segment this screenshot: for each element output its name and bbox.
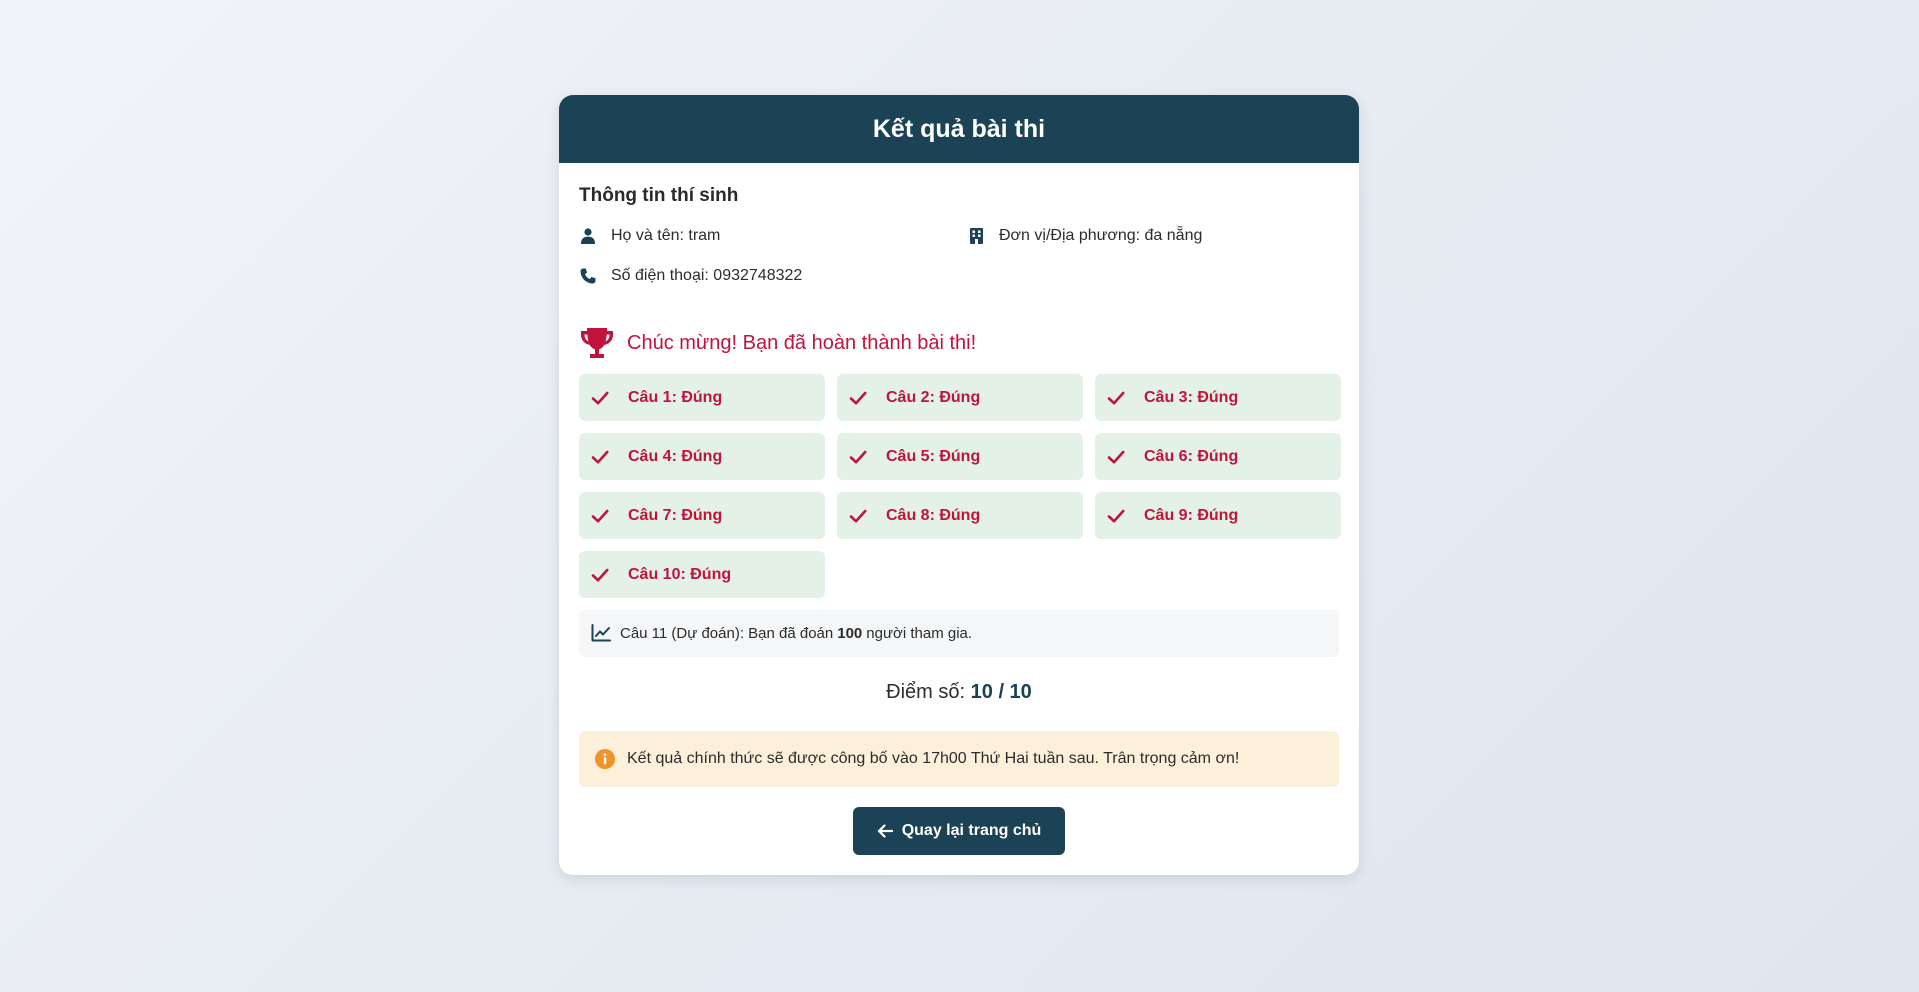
result-card: Kết quả bài thi Thông tin thí sinh Họ và…	[559, 95, 1359, 875]
answer-item: Câu 7: Đúng	[579, 492, 825, 539]
answer-label: Câu 10: Đúng	[628, 565, 732, 583]
answer-item: Câu 2: Đúng	[837, 374, 1083, 421]
check-icon	[1107, 389, 1125, 407]
prediction-row: Câu 11 (Dự đoán): Bạn đã đoán 100 người …	[579, 610, 1339, 657]
check-icon	[591, 507, 609, 525]
back-home-button[interactable]: Quay lại trang chủ	[852, 807, 1066, 855]
page-title: Kết quả bài thi	[872, 114, 1046, 143]
answer-label: Câu 4: Đúng	[628, 447, 723, 465]
check-icon	[1107, 448, 1125, 466]
prediction-value: 100	[837, 625, 863, 642]
back-home-label: Quay lại trang chủ	[901, 822, 1042, 839]
check-icon	[591, 389, 609, 407]
candidate-unit: Đơn vị/Địa phương: đa nẵng	[967, 225, 1355, 247]
answer-label: Câu 5: Đúng	[886, 447, 981, 465]
answer-item: Câu 10: Đúng	[579, 551, 825, 598]
check-icon	[849, 389, 867, 407]
answer-label: Câu 8: Đúng	[886, 506, 981, 524]
check-icon	[1107, 507, 1125, 525]
answer-item: Câu 6: Đúng	[1095, 433, 1341, 480]
check-icon	[849, 448, 867, 466]
answer-item: Câu 1: Đúng	[579, 374, 825, 421]
info-icon	[595, 749, 615, 769]
candidate-phone: Số điện thoại: 0932748322	[579, 265, 967, 287]
answer-item: Câu 9: Đúng	[1095, 492, 1341, 539]
candidate-name: Họ và tên: tram	[579, 225, 967, 247]
candidate-name-text: Họ và tên: tram	[611, 227, 721, 244]
notice-text: Kết quả chính thức sẽ được công bố vào 1…	[627, 750, 1240, 767]
answer-item: Câu 8: Đúng	[837, 492, 1083, 539]
check-icon	[591, 448, 609, 466]
notice-box: Kết quả chính thức sẽ được công bố vào 1…	[579, 731, 1339, 787]
answer-label: Câu 7: Đúng	[628, 506, 723, 524]
candidate-info: Họ và tên: tram Đơn vị/Địa phương: đa nẵ…	[579, 225, 1339, 287]
answer-item: Câu 3: Đúng	[1095, 374, 1341, 421]
score-label: Điểm số:	[886, 681, 966, 703]
answer-label: Câu 9: Đúng	[1144, 506, 1239, 524]
candidate-section-title: Thông tin thí sinh	[579, 185, 739, 206]
building-icon	[967, 227, 985, 245]
check-icon	[849, 507, 867, 525]
score: Điểm số: 10 / 10	[579, 680, 1339, 704]
check-icon	[591, 566, 609, 584]
prediction-suffix: người tham gia.	[866, 625, 973, 642]
answer-list: Câu 1: Đúng Câu 2: Đúng Câu 3: Đúng Câu …	[579, 374, 1341, 598]
answer-label: Câu 2: Đúng	[886, 388, 981, 406]
phone-icon	[579, 267, 597, 285]
answer-item: Câu 4: Đúng	[579, 433, 825, 480]
answer-item: Câu 5: Đúng	[837, 433, 1083, 480]
candidate-phone-text: Số điện thoại: 0932748322	[611, 267, 803, 284]
answer-label: Câu 1: Đúng	[628, 388, 723, 406]
answer-label: Câu 6: Đúng	[1144, 447, 1239, 465]
card-header: Kết quả bài thi	[559, 95, 1359, 163]
trophy-icon	[579, 325, 615, 361]
answer-label: Câu 3: Đúng	[1144, 388, 1239, 406]
user-icon	[579, 227, 597, 245]
congrats-text: Chúc mừng! Bạn đã hoàn thành bài thi!	[627, 331, 977, 354]
button-row: Quay lại trang chủ	[579, 807, 1339, 855]
card-body: Thông tin thí sinh Họ và tên: tram Đơn v…	[559, 185, 1359, 875]
arrow-left-icon	[877, 823, 893, 839]
congrats-message: Chúc mừng! Bạn đã hoàn thành bài thi!	[579, 325, 1339, 361]
chart-line-icon	[591, 623, 611, 644]
prediction-prefix: Câu 11 (Dự đoán): Bạn đã đoán	[620, 625, 834, 642]
candidate-unit-text: Đơn vị/Địa phương: đa nẵng	[999, 227, 1203, 244]
score-value: 10 / 10	[970, 681, 1032, 703]
